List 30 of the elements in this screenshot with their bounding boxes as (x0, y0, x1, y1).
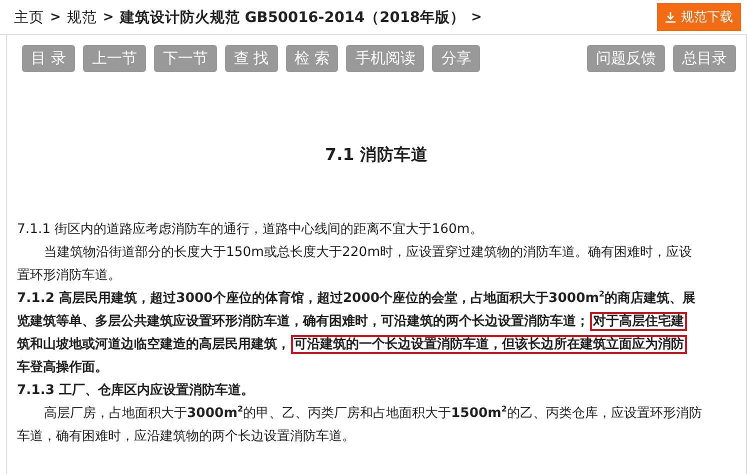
toolbar-button[interactable]: 检 索 (286, 45, 338, 72)
paragraph-text: 车登高操作面。 (16, 358, 109, 377)
paragraph-text: 高层厂房，占地面积大于3000m$^{2}$的甲、乙、丙类厂房和占地面积大于1500m$^{2}$的乙、丙类仓库，应设置环形消防 (43, 404, 703, 423)
paragraph-text: 7.1.1 街区内的道路应考虑消防车的通行，道路中心线间的距离不宜大于160m。 (16, 221, 484, 239)
section-title: 7.1 消防车道 (324, 144, 429, 166)
toolbar-button[interactable]: 分享 (432, 45, 480, 72)
toolbar-button[interactable]: 目 录 (22, 45, 75, 72)
breadcrumb-separator: > (102, 10, 114, 24)
paragraph-text: 车道，确有困难时，应沿建筑物的两个长边设置消防车道。 (16, 428, 356, 446)
breadcrumb-link[interactable]: 建筑设计防火规范 GB50016-2014（2018年版） (120, 8, 465, 26)
paragraph-text: 7.1.2 高层民用建筑，超过3000个座位的体育馆，超过2000个座位的会堂，占地面积大于3000m$^{2}$的商店建筑、展 (16, 289, 697, 308)
breadcrumb-separator: > (471, 10, 482, 24)
toolbar-button[interactable]: 下一节 (154, 45, 217, 72)
breadcrumb-separator: > (50, 10, 61, 24)
toolbar-button[interactable]: 上一节 (82, 45, 146, 72)
toolbar-button[interactable]: 总目录 (673, 45, 736, 72)
highlighted-text: 可沿建筑的一个长边设置消防车道，但该长边所在建筑立面应为消防 (291, 335, 687, 354)
paragraph-text: 览建筑等单、多层公共建筑应设置环形消防车道，确有困难时，可沿建筑的两个长边设置消防车道； (16, 312, 590, 331)
breadcrumb-link[interactable]: 规范 (66, 8, 97, 26)
paragraph-text: 7.1.3 工厂、仓库区内应设置消防车道。 (16, 382, 256, 400)
toolbar-button[interactable]: 手机阅读 (346, 45, 424, 72)
download-button[interactable]: 规范下载 (657, 3, 741, 31)
highlighted-text: 对于高层住宅建 (590, 312, 687, 331)
breadcrumb-link[interactable]: 主页 (14, 8, 44, 26)
paragraph-text: 筑和山坡地或河道边临空建造的高层民用建筑， (16, 336, 291, 354)
paragraph-text: 置环形消防车道。 (16, 267, 122, 285)
download-icon (665, 12, 676, 22)
toolbar-button[interactable]: 查 找 (224, 45, 278, 72)
toolbar-button[interactable]: 问题反馈 (587, 45, 665, 72)
paragraph-text: 当建筑物沿街道部分的长度大于150m或总长度大于220m时，应设置穿过建筑物的消防车道。确有困难时，应设 (43, 244, 694, 262)
